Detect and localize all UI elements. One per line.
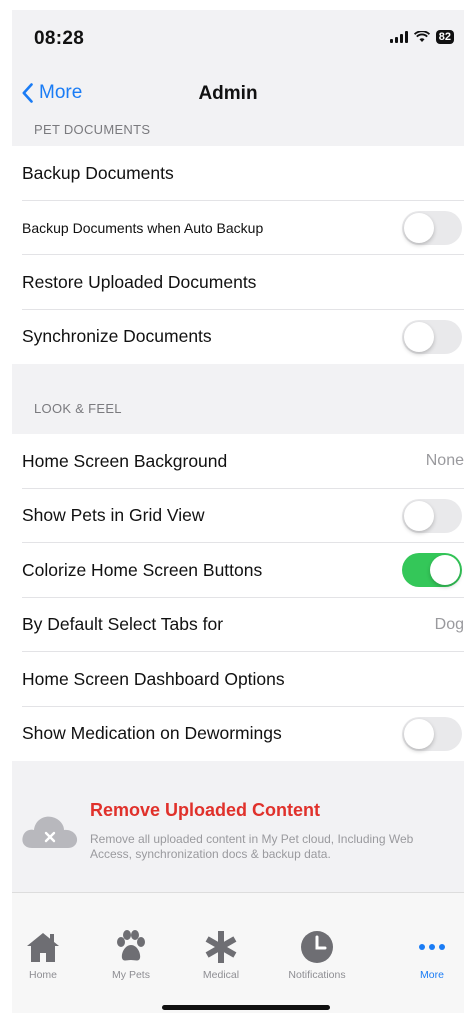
tab-label: More: [420, 969, 444, 981]
default-select-tabs-row[interactable]: By Default Select Tabs for Dog: [12, 598, 464, 653]
clock-icon: [301, 931, 333, 963]
page-title: Admin: [198, 83, 258, 104]
status-time: 08:28: [34, 28, 85, 49]
tab-notifications[interactable]: Notifications: [272, 929, 362, 981]
row-label: Colorize Home Screen Buttons: [22, 559, 263, 580]
row-value: Dog: [434, 615, 464, 633]
cloud-x-icon: [22, 816, 78, 848]
tab-home[interactable]: Home: [12, 929, 88, 981]
row-label: Backup Documents when Auto Backup: [22, 219, 264, 236]
tab-label: Notifications: [288, 969, 346, 981]
restore-uploaded-documents-row[interactable]: Restore Uploaded Documents: [12, 255, 464, 310]
remove-uploaded-content-button[interactable]: Remove Uploaded Content Remove all uploa…: [12, 788, 464, 890]
row-label: Show Medication on Dewormings: [22, 723, 282, 744]
home-screen-background-row[interactable]: Home Screen Background None: [12, 434, 464, 489]
synchronize-documents-row: Synchronize Documents: [12, 310, 464, 365]
colorize-home-buttons-toggle[interactable]: [402, 553, 462, 588]
row-label: Show Pets in Grid View: [22, 505, 205, 526]
dashboard-options-row[interactable]: Home Screen Dashboard Options: [12, 652, 464, 707]
tab-my-pets[interactable]: My Pets: [86, 929, 176, 981]
row-label: Home Screen Background: [22, 450, 228, 471]
signal-icon: [389, 31, 408, 43]
backup-documents-auto-toggle[interactable]: [402, 210, 462, 245]
row-label: Restore Uploaded Documents: [22, 271, 257, 292]
show-medication-dewormings-row: Show Medication on Dewormings: [12, 707, 464, 762]
remove-title: Remove Uploaded Content: [90, 800, 321, 820]
phone-screen: 08:28 82 More Admin PET DOCUMENTS Backup…: [12, 10, 464, 1013]
row-label: By Default Select Tabs for: [22, 614, 224, 635]
tab-bar: Home My Pets Medical Notifications More: [12, 892, 464, 1013]
wifi-icon: [413, 31, 430, 42]
pet-documents-group: Backup Documents Backup Documents when A…: [12, 146, 464, 364]
tab-more[interactable]: More: [387, 929, 464, 981]
row-label: Synchronize Documents: [22, 326, 212, 347]
navigation-bar: More Admin: [12, 72, 464, 124]
backup-documents-auto-row: Backup Documents when Auto Backup: [12, 201, 464, 256]
backup-documents-row[interactable]: Backup Documents: [12, 146, 464, 201]
house-icon: [27, 933, 59, 962]
tab-medical[interactable]: Medical: [176, 929, 266, 981]
row-value: None: [425, 452, 464, 470]
row-label: Home Screen Dashboard Options: [22, 668, 285, 689]
remove-description: Remove all uploaded content in My Pet cl…: [90, 832, 414, 861]
tab-label: Home: [28, 969, 57, 981]
battery-indicator: 82: [435, 30, 454, 44]
row-label: Backup Documents: [22, 162, 174, 183]
status-icons: 82: [389, 30, 454, 44]
show-pets-grid-row: Show Pets in Grid View: [12, 489, 464, 544]
section-header-look-feel: LOOK & FEEL: [34, 401, 122, 416]
section-header-pet-documents: PET DOCUMENTS: [34, 122, 151, 137]
synchronize-documents-toggle[interactable]: [402, 319, 462, 354]
paw-icon: [117, 930, 145, 961]
ellipsis-icon: [419, 944, 445, 950]
status-bar: 08:28 82: [12, 10, 464, 70]
look-feel-group: Home Screen Background None Show Pets in…: [12, 434, 464, 761]
colorize-home-buttons-row: Colorize Home Screen Buttons: [12, 543, 464, 598]
show-pets-grid-toggle[interactable]: [402, 498, 462, 533]
show-medication-dewormings-toggle[interactable]: [402, 716, 462, 751]
asterisk-icon: [205, 931, 237, 963]
tab-label: Medical: [202, 969, 240, 981]
home-indicator: [162, 1005, 330, 1010]
tab-label: My Pets: [112, 969, 150, 981]
